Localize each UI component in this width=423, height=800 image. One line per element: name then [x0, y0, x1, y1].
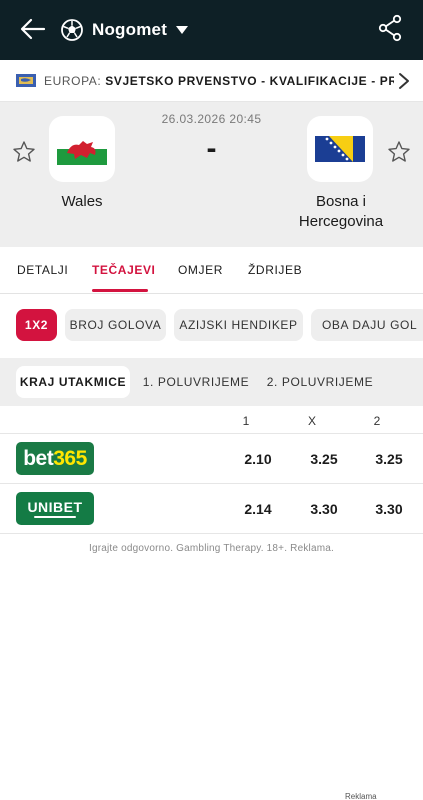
active-tab-indicator — [92, 289, 148, 292]
away-team-logo[interactable] — [307, 116, 373, 182]
odds-row: bet 365 2.10 3.25 3.25 — [0, 434, 423, 484]
bet365-logo[interactable]: bet 365 — [16, 442, 94, 475]
market-chip-azijski-hendikep[interactable]: AZIJSKI HENDIKEP — [174, 309, 303, 341]
caret-down-icon — [176, 26, 189, 34]
odds-col-2: 2 — [373, 414, 381, 428]
soccer-ball-icon — [61, 19, 83, 41]
home-team-name[interactable]: Wales — [32, 192, 132, 212]
favorite-star-icon[interactable] — [12, 140, 36, 164]
period-selector: KRAJ UTAKMICE 1. POLUVRIJEME 2. POLUVRIJ… — [0, 358, 423, 406]
league-title: SVJETSKO PRVENSTVO - KVALIFIKACIJE - PR.… — [105, 73, 394, 88]
bet365-logo-text-a: bet — [23, 446, 54, 470]
sport-title: Nogomet — [92, 20, 168, 39]
odd-away[interactable]: 3.30 — [367, 501, 411, 517]
unibet-logo[interactable]: UNIBET — [16, 492, 94, 525]
odd-draw[interactable]: 3.30 — [302, 501, 346, 517]
chevron-right-icon — [399, 73, 409, 89]
odds-col-1: 1 — [242, 414, 250, 428]
odds-row: UNIBET 2.14 3.30 3.30 — [0, 484, 423, 534]
match-score: - — [206, 132, 217, 165]
tab-tecajevi[interactable]: TEČAJEVI — [92, 263, 155, 277]
market-chip-broj-golova[interactable]: BROJ GOLOVA — [65, 309, 166, 341]
share-icon[interactable] — [377, 14, 403, 42]
match-header: 26.03.2026 20:45 - Wales Bosna i Hercego… — [0, 102, 423, 247]
unibet-logo-text: UNIBET — [27, 499, 83, 515]
sport-selector[interactable]: Nogomet — [60, 15, 189, 45]
bosnia-flag-icon — [315, 136, 365, 162]
away-team-name-line2: Hercegovina — [298, 213, 384, 230]
odd-away[interactable]: 3.25 — [367, 451, 411, 467]
tab-omjer[interactable]: OMJER — [178, 263, 223, 277]
market-chip-oba-daju-gol[interactable]: OBA DAJU GOL — [311, 309, 423, 341]
period-chip-first-half[interactable]: 1. POLUVRIJEME — [140, 366, 252, 398]
market-selector: 1X2 BROJ GOLOVA AZIJSKI HENDIKEP OBA DAJ… — [0, 294, 423, 358]
arrow-left-icon[interactable] — [18, 14, 48, 44]
responsible-gambling-disclaimer: Igrajte odgovorno. Gambling Therapy. 18+… — [88, 543, 335, 554]
market-chip-1x2[interactable]: 1X2 — [16, 309, 57, 341]
odds-header: 1 X 2 — [0, 406, 423, 434]
league-prefix: EUROPA: — [44, 73, 106, 88]
match-tabs: DETALJI TEČAJEVI OMJER ŽDRIJEB — [0, 247, 423, 294]
odd-home[interactable]: 2.10 — [236, 451, 280, 467]
europe-flag-icon — [16, 74, 36, 87]
tab-detalji[interactable]: DETALJI — [17, 263, 68, 277]
tab-zdrijeb[interactable]: ŽDRIJEB — [248, 263, 302, 277]
top-bar: Nogomet — [0, 0, 423, 60]
odd-home[interactable]: 2.14 — [236, 501, 280, 517]
ad-label: Reklama — [345, 792, 377, 800]
away-team-name[interactable]: Bosna i Hercegovina — [286, 192, 396, 232]
league-header[interactable]: EUROPA: SVJETSKO PRVENSTVO - KVALIFIKACI… — [0, 60, 423, 102]
away-team-name-line1: Bosna i — [315, 193, 367, 210]
period-chip-second-half[interactable]: 2. POLUVRIJEME — [263, 366, 377, 398]
unibet-logo-bar — [34, 516, 76, 518]
home-team-logo[interactable] — [49, 116, 115, 182]
bet365-logo-text-b: 365 — [53, 446, 87, 470]
odds-col-x: X — [307, 414, 316, 428]
wales-flag-icon — [57, 133, 107, 165]
odd-draw[interactable]: 3.25 — [302, 451, 346, 467]
period-chip-full-time[interactable]: KRAJ UTAKMICE — [16, 366, 130, 398]
match-datetime: 26.03.2026 20:45 — [161, 112, 262, 126]
league-name: EUROPA: SVJETSKO PRVENSTVO - KVALIFIKACI… — [44, 74, 394, 88]
favorite-star-icon[interactable] — [387, 140, 411, 164]
